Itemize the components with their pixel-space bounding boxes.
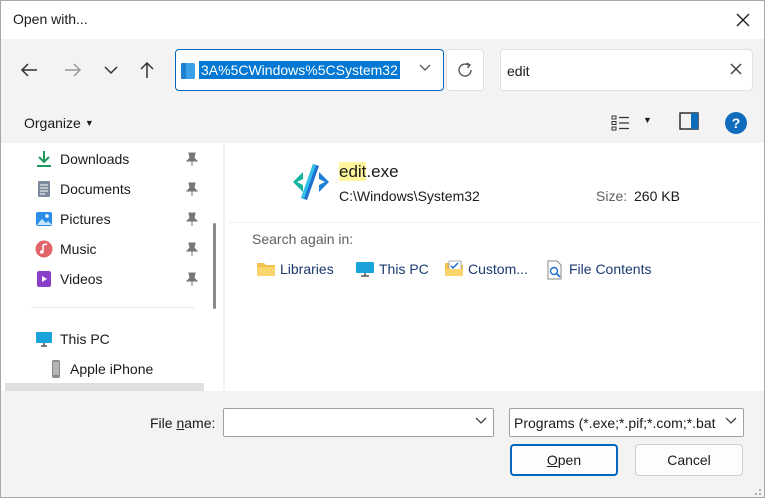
sidebar-item-label: Videos: [60, 271, 103, 287]
arrow-right-icon: [65, 63, 82, 77]
preview-pane-icon: [679, 112, 699, 130]
organize-button[interactable]: Organize ▼: [24, 115, 94, 131]
location-label: Libraries: [280, 261, 334, 277]
help-button[interactable]: ?: [725, 112, 747, 134]
recent-locations-button[interactable]: [97, 56, 125, 84]
result-size-value: 260 KB: [634, 188, 680, 204]
details-view-icon: [611, 115, 629, 131]
sidebar-item-label: This PC: [60, 331, 110, 347]
forward-button[interactable]: [59, 56, 87, 84]
sidebar-divider: [31, 307, 194, 308]
file-type-value: Programs (*.exe;*.pif;*.com;*.bat: [514, 415, 716, 431]
result-item-edit-exe[interactable]: edit.exe C:\Windows\System32 Size: 260 K…: [229, 145, 762, 223]
search-again-heading: Search again in:: [252, 231, 354, 247]
refresh-icon: [458, 62, 472, 77]
cancel-button-label: Cancel: [667, 452, 711, 468]
arrow-up-icon: [140, 61, 154, 78]
open-with-dialog: Open with... 3A%5CWindows%5CSystem32 edi…: [0, 0, 765, 498]
chevron-down-icon[interactable]: [419, 64, 431, 72]
sidebar-selected-item[interactable]: [5, 383, 204, 391]
folder-icon: [181, 63, 195, 79]
sidebar-scrollbar[interactable]: [213, 223, 216, 309]
search-input[interactable]: edit: [507, 63, 530, 79]
result-file-path: C:\Windows\System32: [339, 188, 480, 204]
search-again-file-contents[interactable]: File Contents: [545, 259, 665, 281]
sidebar-item-music[interactable]: Music: [5, 235, 205, 263]
result-size-label: Size:: [596, 188, 628, 204]
search-again-custom[interactable]: Custom...: [444, 259, 534, 281]
change-view-button[interactable]: ▼: [611, 112, 657, 134]
help-icon: ?: [731, 115, 741, 131]
sidebar-item-downloads[interactable]: Downloads: [5, 145, 205, 173]
this-pc-icon: [36, 332, 52, 347]
close-icon: [736, 13, 750, 27]
sidebar-item-label: Pictures: [60, 211, 111, 227]
back-button[interactable]: [15, 56, 43, 84]
sidebar-item-this-pc[interactable]: This PC: [5, 325, 205, 353]
sidebar-item-documents[interactable]: Documents: [5, 175, 205, 203]
location-label: File Contents: [569, 261, 652, 277]
arrow-left-icon: [20, 63, 37, 77]
location-label: Custom...: [468, 261, 528, 277]
sidebar-item-label: Documents: [60, 181, 131, 197]
file-type-filter[interactable]: Programs (*.exe;*.pif;*.com;*.bat: [509, 408, 744, 437]
cancel-button[interactable]: Cancel: [635, 444, 743, 476]
file-name-label: File name:: [150, 415, 216, 431]
preview-pane-button[interactable]: [679, 112, 701, 134]
title-bar: Open with...: [1, 1, 764, 39]
documents-icon: [38, 181, 50, 197]
videos-icon: [37, 271, 51, 287]
sidebar-item-label: Downloads: [60, 151, 130, 167]
sidebar-item-label: Music: [60, 241, 97, 257]
address-bar[interactable]: 3A%5CWindows%5CSystem32: [175, 49, 444, 91]
address-path[interactable]: 3A%5CWindows%5CSystem32: [199, 61, 400, 79]
navigation-bar: 3A%5CWindows%5CSystem32 edit: [1, 39, 764, 103]
window-title: Open with...: [13, 11, 88, 27]
result-file-extension: .exe: [366, 162, 399, 181]
caret-down-icon: ▼: [643, 115, 652, 125]
chevron-down-icon: [104, 66, 118, 75]
caret-down-icon: ▼: [84, 118, 94, 128]
download-icon: [37, 151, 51, 167]
this-pc-icon: [356, 262, 374, 277]
up-button[interactable]: [133, 56, 161, 84]
search-match-highlight: edit: [339, 162, 367, 181]
pin-icon[interactable]: [186, 182, 198, 196]
pin-icon[interactable]: [186, 242, 198, 256]
sidebar-item-label: Apple iPhone: [70, 361, 154, 377]
chevron-down-icon[interactable]: [475, 417, 487, 425]
search-again-this-pc[interactable]: This PC: [355, 259, 435, 281]
sidebar-item-apple-iphone[interactable]: Apple iPhone: [5, 355, 205, 383]
navigation-pane: Downloads Documents Pictures Music Video…: [1, 143, 223, 391]
search-results-pane: edit.exe C:\Windows\System32 Size: 260 K…: [225, 143, 764, 391]
location-label: This PC: [379, 261, 429, 277]
open-button[interactable]: Open: [510, 444, 618, 476]
pin-icon[interactable]: [186, 212, 198, 226]
resize-grip-icon[interactable]: [750, 484, 762, 496]
sidebar-item-pictures[interactable]: Pictures: [5, 205, 205, 233]
phone-icon: [52, 360, 60, 378]
dialog-footer: File name: Programs (*.exe;*.pif;*.com;*…: [1, 391, 764, 497]
pictures-icon: [36, 212, 52, 226]
sidebar-item-videos[interactable]: Videos: [5, 265, 205, 293]
close-button[interactable]: [720, 1, 764, 39]
custom-folder-icon: [445, 260, 463, 276]
result-file-name: edit.exe: [339, 162, 399, 182]
libraries-folder-icon: [257, 263, 275, 276]
command-bar: Organize ▼ ▼ ?: [1, 103, 764, 143]
music-icon: [35, 240, 53, 258]
search-again-libraries[interactable]: Libraries: [256, 259, 346, 281]
pin-icon[interactable]: [186, 152, 198, 166]
edit-app-icon: [293, 164, 329, 200]
chevron-down-icon: [725, 417, 737, 424]
organize-label: Organize: [24, 115, 81, 131]
file-contents-icon: [547, 260, 562, 280]
refresh-button[interactable]: [446, 49, 484, 91]
file-name-field[interactable]: [223, 408, 494, 437]
pin-icon[interactable]: [186, 272, 198, 286]
search-box[interactable]: edit: [500, 49, 753, 91]
clear-search-icon[interactable]: [730, 63, 742, 75]
open-button-label: Open: [546, 452, 582, 468]
